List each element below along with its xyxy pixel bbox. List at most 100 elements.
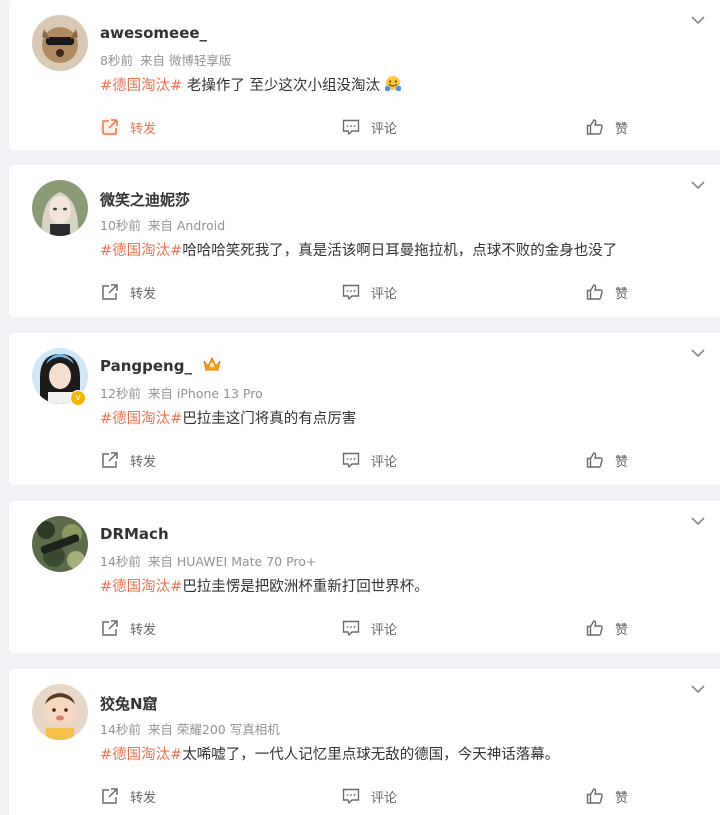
post-time[interactable]: 14秒前 xyxy=(100,722,141,737)
comment-button[interactable]: 评论 xyxy=(341,616,397,640)
post-actions: 转发 评论 赞 xyxy=(9,448,720,472)
post-text: #德国淘汰#哈哈哈笑死我了，真是活该啊日耳曼拖拉机，点球不败的金身也没了 xyxy=(100,239,617,260)
post-source: 来自 iPhone 13 Pro xyxy=(147,386,263,401)
post-meta: 14秒前 来自 HUAWEI Mate 70 Pro+ xyxy=(100,551,316,570)
like-label: 赞 xyxy=(615,286,629,302)
post-text: #德国淘汰# 老操作了 至少这次小组没淘汰 xyxy=(100,74,402,95)
repost-button[interactable]: 转发 xyxy=(100,616,156,640)
hashtag-link[interactable]: #德国淘汰# xyxy=(100,579,182,595)
thumbs-up-icon xyxy=(586,452,603,468)
thumbs-up-icon xyxy=(586,119,603,135)
thumbs-up-icon xyxy=(586,788,603,804)
username[interactable]: DRMach xyxy=(100,525,169,543)
post-time[interactable]: 10秒前 xyxy=(100,218,141,233)
post-body: 老操作了 至少这次小组没淘汰 xyxy=(182,78,381,94)
avatar[interactable] xyxy=(32,684,88,740)
repost-label: 转发 xyxy=(130,454,157,470)
repost-icon xyxy=(100,117,120,137)
chevron-down-icon[interactable] xyxy=(690,345,706,361)
hashtag-link[interactable]: #德国淘汰# xyxy=(100,243,182,259)
hug-emoji-icon xyxy=(385,76,402,91)
post-meta: 10秒前 来自 Android xyxy=(100,215,225,234)
like-button[interactable]: 赞 xyxy=(585,115,628,139)
repost-button[interactable]: 转发 xyxy=(100,784,156,808)
comment-button[interactable]: 评论 xyxy=(341,115,397,139)
repost-button[interactable]: 转发 xyxy=(100,115,156,139)
post-source: 来自 荣耀200 写真相机 xyxy=(147,722,280,737)
hashtag-link[interactable]: #德国淘汰# xyxy=(100,78,182,94)
post-body: 巴拉圭这门将真的有点厉害 xyxy=(182,411,357,427)
repost-label: 转发 xyxy=(130,121,157,137)
comment-icon xyxy=(342,620,360,637)
comment-icon xyxy=(342,284,360,301)
post-body: 太唏嘘了，一代人记忆里点球无敌的德国，今天神话落幕。 xyxy=(182,747,560,763)
post-time[interactable]: 12秒前 xyxy=(100,386,141,401)
repost-button[interactable]: 转发 xyxy=(100,448,156,472)
post-text: #德国淘汰#太唏嘘了，一代人记忆里点球无敌的德国，今天神话落幕。 xyxy=(100,743,559,764)
post-time[interactable]: 14秒前 xyxy=(100,554,141,569)
chevron-down-icon[interactable] xyxy=(690,12,706,28)
post-source: 来自 Android xyxy=(147,218,226,233)
hashtag-link[interactable]: #德国淘汰# xyxy=(100,747,182,763)
repost-label: 转发 xyxy=(130,622,157,638)
comment-button[interactable]: 评论 xyxy=(341,784,397,808)
post-source: 来自 微博轻享版 xyxy=(139,53,232,68)
post-meta: 8秒前 来自 微博轻享版 xyxy=(100,50,231,69)
post-body: 巴拉圭愣是把欧洲杯重新打回世界杯。 xyxy=(182,579,429,595)
comment-label: 评论 xyxy=(371,790,398,806)
post-body: 哈哈哈笑死我了，真是活该啊日耳曼拖拉机，点球不败的金身也没了 xyxy=(182,243,618,259)
chevron-down-icon[interactable] xyxy=(690,513,706,529)
repost-icon xyxy=(102,620,118,636)
like-button[interactable]: 赞 xyxy=(585,616,628,640)
comment-icon xyxy=(342,119,360,136)
username[interactable]: 微笑之迪妮莎 xyxy=(100,189,190,210)
like-button[interactable]: 赞 xyxy=(585,280,628,304)
weibo-comment-feed: awesomeee_ 8秒前 来自 微博轻享版 #德国淘汰# 老操作了 至少这次小… xyxy=(0,0,720,815)
comment-label: 评论 xyxy=(371,454,398,470)
post-actions: 转发 评论 赞 xyxy=(9,784,720,808)
username[interactable]: 狡兔N窟 xyxy=(100,693,158,714)
like-button[interactable]: 赞 xyxy=(585,784,628,808)
repost-icon xyxy=(102,788,118,804)
post-source: 来自 HUAWEI Mate 70 Pro+ xyxy=(147,554,317,569)
post-text: #德国淘汰#巴拉圭这门将真的有点厉害 xyxy=(100,407,356,428)
repost-icon xyxy=(102,284,118,300)
comment-button[interactable]: 评论 xyxy=(341,280,397,304)
like-label: 赞 xyxy=(615,622,629,638)
post-text: #德国淘汰#巴拉圭愣是把欧洲杯重新打回世界杯。 xyxy=(100,575,429,596)
comment-label: 评论 xyxy=(371,622,398,638)
post-actions: 转发 评论 赞 xyxy=(9,616,720,640)
avatar[interactable] xyxy=(32,15,88,71)
comment-icon xyxy=(342,452,360,469)
like-label: 赞 xyxy=(615,454,629,470)
post-time[interactable]: 8秒前 xyxy=(100,53,133,68)
post-card: 狡兔N窟 14秒前 来自 荣耀200 写真相机 #德国淘汰#太唏嘘了，一代人记忆里… xyxy=(9,669,720,815)
post-card: DRMach 14秒前 来自 HUAWEI Mate 70 Pro+ #德国淘汰#… xyxy=(9,501,720,653)
chevron-down-icon[interactable] xyxy=(690,681,706,697)
like-button[interactable]: 赞 xyxy=(585,448,628,472)
like-label: 赞 xyxy=(615,121,629,137)
post-actions: 转发 评论 赞 xyxy=(9,280,720,304)
post-card: awesomeee_ 8秒前 来自 微博轻享版 #德国淘汰# 老操作了 至少这次小… xyxy=(9,0,720,150)
like-label: 赞 xyxy=(615,790,629,806)
repost-button[interactable]: 转发 xyxy=(100,280,156,304)
thumbs-up-icon xyxy=(586,284,603,300)
thumbs-up-icon xyxy=(586,620,603,636)
comment-label: 评论 xyxy=(371,121,398,137)
chevron-down-icon[interactable] xyxy=(690,177,706,193)
repost-label: 转发 xyxy=(130,286,157,302)
crown-badge-icon[interactable] xyxy=(201,354,223,374)
post-meta: 12秒前 来自 iPhone 13 Pro xyxy=(100,383,263,402)
comment-icon xyxy=(342,788,360,805)
verified-badge-icon: v xyxy=(70,390,86,406)
repost-label: 转发 xyxy=(130,790,157,806)
comment-label: 评论 xyxy=(371,286,398,302)
comment-button[interactable]: 评论 xyxy=(341,448,397,472)
repost-icon xyxy=(102,452,118,468)
username[interactable]: awesomeee_ xyxy=(100,24,207,42)
hashtag-link[interactable]: #德国淘汰# xyxy=(100,411,182,427)
avatar[interactable] xyxy=(32,180,88,236)
post-card: 微笑之迪妮莎 10秒前 来自 Android #德国淘汰#哈哈哈笑死我了，真是活该… xyxy=(9,165,720,317)
avatar[interactable] xyxy=(32,516,88,572)
username[interactable]: Pangpeng_ xyxy=(100,357,192,375)
